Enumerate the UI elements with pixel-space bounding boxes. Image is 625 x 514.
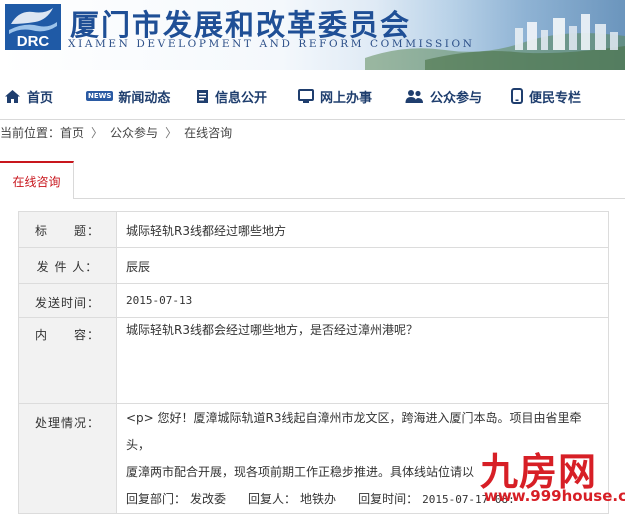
table-row: 标 题： 城际轻轨R3线都经过哪些地方 xyxy=(18,211,609,248)
sent-time-label: 发送时间： xyxy=(18,283,117,318)
breadcrumb-public-participation-link[interactable]: 公众参与 xyxy=(110,124,158,141)
nav-item-info[interactable]: 信息公开 xyxy=(196,86,267,106)
nav-item-online-service[interactable]: 网上办事 xyxy=(298,86,372,106)
sender-label: 发 件 人： xyxy=(18,247,117,284)
phone-icon xyxy=(511,88,523,104)
reply-dept-value: 发改委 xyxy=(190,492,227,506)
nav-item-convenience[interactable]: 便民专栏 xyxy=(511,86,581,106)
reply-time-value: 2015-07-17 08: xyxy=(422,493,515,506)
reply-meta: 回复部门： 发改委 回复人： 地铁办 回复时间： 2015-07-17 08: xyxy=(126,486,600,513)
reply-text-line: <p> 您好！厦漳城际轨道R3线起自漳州市龙文区，跨海进入厦门本岛。项目由省里牵… xyxy=(126,411,582,452)
tab-bar: 在线咨询 xyxy=(0,161,625,199)
breadcrumb-online-consult-link[interactable]: 在线咨询 xyxy=(184,124,232,141)
nav-item-news[interactable]: NEWS 新闻动态 xyxy=(86,86,170,106)
table-row: 内 容： 城际轻轨R3线都会经过哪些地方，是否经过漳州港呢？ xyxy=(18,317,609,404)
nav-item-label: 信息公开 xyxy=(215,90,268,106)
document-icon xyxy=(197,89,208,103)
reply-text-line: 厦漳两市配合开展，现各项前期工作正稳步推进。具体线站位请以 xyxy=(126,465,475,479)
table-row: 处理情况： <p> 您好！厦漳城际轨道R3线起自漳州市龙文区，跨海进入厦门本岛。… xyxy=(18,403,609,514)
drc-logo: DRC xyxy=(5,4,61,50)
main-nav: 首页 NEWS 新闻动态 信息公开 网上办事 公众参与 便民专栏 xyxy=(0,70,625,120)
monitor-icon xyxy=(298,88,314,103)
breadcrumb: 当前位置： 首页 〉 公众参与 〉 在线咨询 xyxy=(0,120,625,144)
nav-item-public-participation[interactable]: 公众参与 xyxy=(405,86,482,106)
site-banner: DRC 厦门市发展和改革委员会 XIAMEN DEVELOPMENT AND R… xyxy=(0,0,625,70)
breadcrumb-separator: 〉 xyxy=(165,125,178,140)
reply-person-value: 地铁办 xyxy=(300,492,337,506)
title-label: 标 题： xyxy=(18,211,117,248)
consult-detail-table: 标 题： 城际轻轨R3线都经过哪些地方 发 件 人： 辰辰 发送时间： 2015… xyxy=(18,211,609,514)
content-label: 内 容： xyxy=(18,317,117,404)
reply-time-label: 回复时间： xyxy=(358,492,419,506)
sent-time-value: 2015-07-13 xyxy=(116,283,609,318)
site-subtitle: XIAMEN DEVELOPMENT AND REFORM COMMISSION xyxy=(68,38,475,50)
sender-value: 辰辰 xyxy=(116,247,609,284)
reply-person-label: 回复人： xyxy=(248,492,297,506)
breadcrumb-prefix: 当前位置： xyxy=(0,125,61,140)
people-icon xyxy=(405,89,423,103)
breadcrumb-home-link[interactable]: 首页 xyxy=(60,124,84,141)
nav-item-home[interactable]: 首页 xyxy=(4,86,53,106)
nav-item-label: 首页 xyxy=(27,90,54,106)
breadcrumb-separator: 〉 xyxy=(91,125,104,140)
reply-label: 处理情况： xyxy=(18,403,117,514)
title-value: 城际轻轨R3线都经过哪些地方 xyxy=(116,211,609,248)
reply-dept-label: 回复部门： xyxy=(126,492,187,506)
content-value: 城际轻轨R3线都会经过哪些地方，是否经过漳州港呢？ xyxy=(116,317,609,404)
home-icon xyxy=(5,89,20,103)
reply-content: <p> 您好！厦漳城际轨道R3线起自漳州市龙文区，跨海进入厦门本岛。项目由省里牵… xyxy=(116,403,609,514)
nav-item-label: 便民专栏 xyxy=(529,90,582,106)
nav-item-label: 网上办事 xyxy=(320,90,373,106)
nav-item-label: 公众参与 xyxy=(430,90,483,106)
nav-item-label: 新闻动态 xyxy=(118,90,171,106)
svg-text:DRC: DRC xyxy=(17,33,50,50)
tab-online-consult[interactable]: 在线咨询 xyxy=(0,161,74,199)
table-row: 发送时间： 2015-07-13 xyxy=(18,283,609,318)
news-icon: NEWS xyxy=(86,91,114,101)
table-row: 发 件 人： 辰辰 xyxy=(18,247,609,284)
